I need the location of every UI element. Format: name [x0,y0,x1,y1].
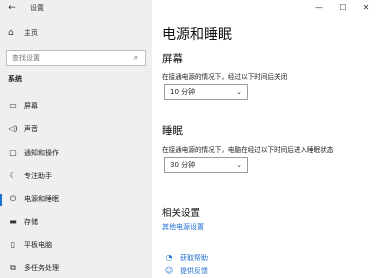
display-icon: ▭ [9,101,17,110]
get-help-label: 获取帮助 [180,254,208,262]
dropdown-value: 10 分钟 [170,88,196,96]
related-settings-heading: 相关设置 [162,208,201,219]
window-controls: — ☐ ✕ [306,0,376,16]
tablet-icon: ▯ [10,240,16,249]
sidebar-item-label: 存储 [24,218,38,226]
sidebar-item-multitasking[interactable]: ⧉ 多任务处理 [0,260,152,278]
chevron-down-icon: ⌄ [236,161,242,169]
additional-power-settings-link[interactable]: 其他电源设置 [162,222,204,233]
moon-icon: ☾ [9,171,17,180]
titlebar: ← 设置 [0,0,152,16]
sidebar-item-label: 多任务处理 [24,264,59,272]
sidebar-item-label: 通知和操作 [24,149,59,157]
multitask-icon: ⧉ [10,263,16,272]
screen-timeout-dropdown[interactable]: 10 分钟 ⌄ [164,84,248,100]
search-icon[interactable]: ⌕ [131,53,141,63]
sidebar-item-sound[interactable]: ◁) 声音 [0,121,152,139]
sidebar-item-label: 平板电脑 [24,241,52,249]
home-icon: ⌂ [8,28,14,38]
screen-description: 在接通电源的情况下，经过以下时间后关闭 [162,73,288,81]
sidebar-item-label: 屏幕 [24,102,38,110]
main-panel: — ☐ ✕ 电源和睡眠 屏幕 在接通电源的情况下，经过以下时间后关闭 10 分钟… [152,0,376,278]
maximize-icon[interactable]: ☐ [336,2,350,14]
search-placeholder: 查找设置 [12,54,40,62]
screen-heading: 屏幕 [162,53,183,65]
sidebar-item-label: 主页 [24,29,38,37]
get-help-link[interactable]: ◔ 获取帮助 [162,252,262,264]
power-icon: ⏻ [9,194,17,203]
sidebar-item-label: 电源和睡眠 [24,195,59,203]
storage-icon: ▬ [9,217,17,226]
sidebar-item-display[interactable]: ▭ 屏幕 [0,98,152,116]
feedback-icon: ☺ [164,266,174,275]
app-title: 设置 [30,4,44,12]
sleep-description: 在接通电源的情况下，电脑在经过以下时间后进入睡眠状态 [162,146,334,154]
sidebar-item-storage[interactable]: ▬ 存储 [0,214,152,232]
sidebar: ← 设置 ⌂ 主页 查找设置 ⌕ 系统 ▭ 屏幕 ◁) 声音 ▢ 通知和操作 ☾… [0,0,152,278]
page-title: 电源和睡眠 [162,27,232,43]
sidebar-section-title: 系统 [8,75,22,83]
settings-window: ← 设置 ⌂ 主页 查找设置 ⌕ 系统 ▭ 屏幕 ◁) 声音 ▢ 通知和操作 ☾… [0,0,376,278]
back-arrow-icon[interactable]: ← [6,2,18,14]
close-icon[interactable]: ✕ [359,2,373,14]
sleep-timeout-dropdown[interactable]: 30 分钟 ⌄ [164,157,248,173]
sidebar-item-power-sleep[interactable]: ⏻ 电源和睡眠 [0,191,152,209]
chat-help-icon: ◔ [165,253,173,262]
chevron-down-icon: ⌄ [236,88,242,96]
sidebar-item-label: 专注助手 [24,172,52,180]
speaker-icon: ◁) [8,124,18,133]
notification-icon: ▢ [9,148,17,157]
selection-indicator [0,194,2,206]
sleep-heading: 睡眠 [162,125,183,137]
sidebar-item-label: 声音 [24,125,38,133]
minimize-icon[interactable]: — [312,2,326,14]
feedback-label: 提供反馈 [180,267,208,275]
sidebar-item-focus-assist[interactable]: ☾ 专注助手 [0,168,152,186]
sidebar-item-home[interactable]: ⌂ 主页 [0,26,152,42]
search-input[interactable]: 查找设置 ⌕ [6,50,146,66]
dropdown-value: 30 分钟 [170,161,196,169]
sidebar-item-notifications[interactable]: ▢ 通知和操作 [0,145,152,163]
feedback-link[interactable]: ☺ 提供反馈 [162,265,262,277]
sidebar-item-tablet[interactable]: ▯ 平板电脑 [0,237,152,255]
